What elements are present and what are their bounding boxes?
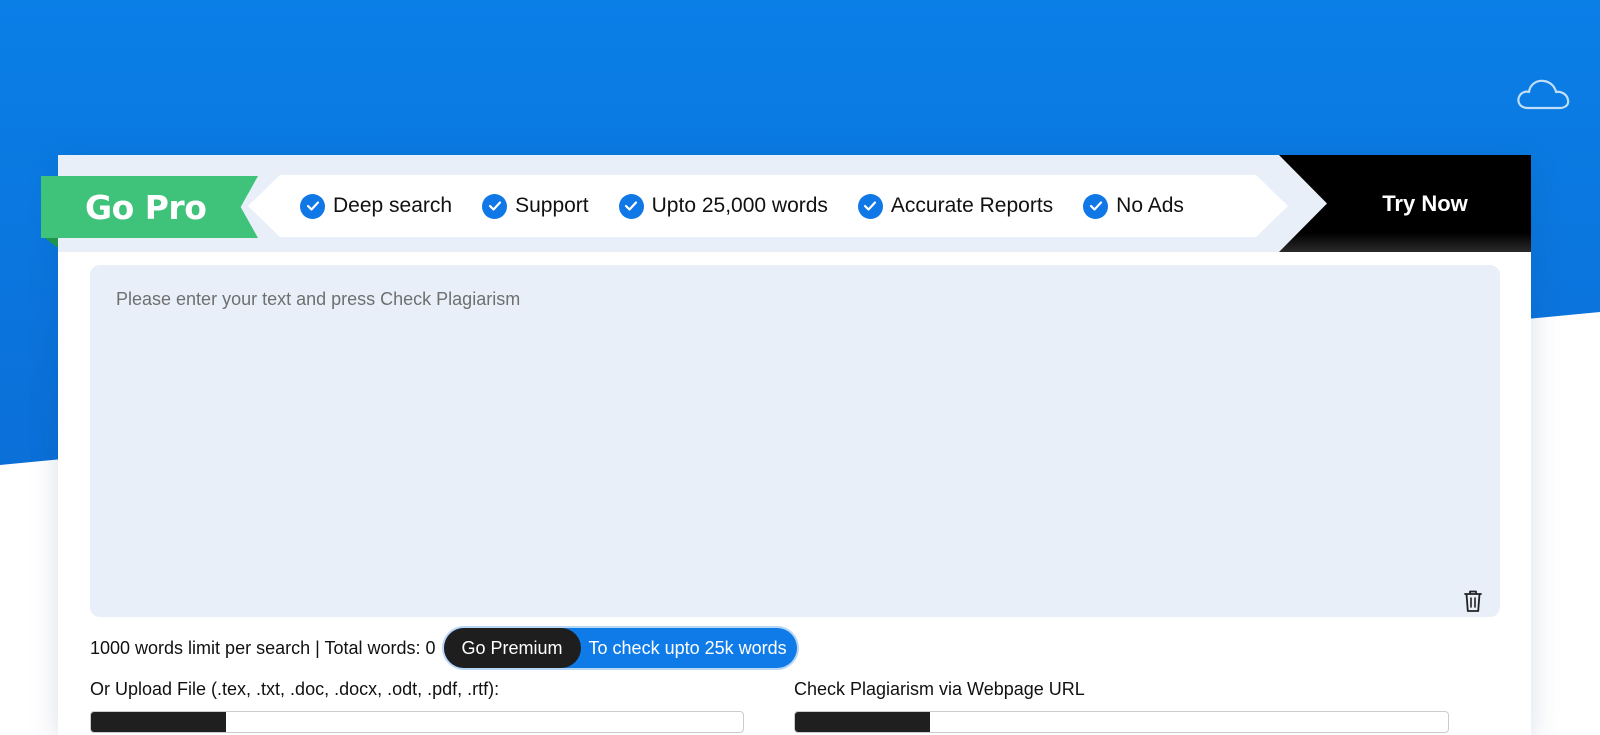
go-pro-banner: Deep search Support Upto 25,000 words Ac…: [41, 155, 1531, 252]
feature-list: Deep search Support Upto 25,000 words Ac…: [300, 175, 1184, 237]
premium-note[interactable]: To check upto 25k words: [581, 638, 797, 659]
go-premium-button[interactable]: Go Premium: [443, 628, 581, 668]
url-check-label: Check Plagiarism via Webpage URL: [794, 679, 1085, 699]
feature-item: Deep search: [300, 193, 453, 219]
feature-label: Support: [515, 194, 589, 217]
check-icon: [857, 193, 883, 219]
check-icon: [618, 193, 644, 219]
try-now-button[interactable]: Try Now: [1279, 155, 1531, 252]
url-input[interactable]: [794, 711, 1449, 733]
trash-icon[interactable]: [1461, 588, 1485, 614]
feature-label: No Ads: [1116, 194, 1184, 217]
try-now-label: Try Now: [1382, 190, 1468, 216]
feature-item: Support: [482, 193, 589, 219]
go-pro-label: Go Pro: [85, 187, 207, 227]
check-icon: [482, 193, 508, 219]
cloud-icon: [1517, 79, 1570, 110]
premium-pill: Go Premium To check upto 25k words: [443, 628, 797, 668]
upload-file-input[interactable]: [90, 711, 744, 733]
word-count-status: 1000 words limit per search | Total word…: [90, 637, 436, 658]
word-count-row: 1000 words limit per search | Total word…: [90, 627, 797, 669]
url-submit-button[interactable]: [795, 712, 930, 732]
check-icon: [300, 193, 325, 219]
feature-label: Deep search: [333, 194, 453, 217]
feature-item: Accurate Reports: [857, 193, 1054, 219]
go-pro-badge: Go Pro: [41, 176, 258, 238]
upload-file-label: Or Upload File (.tex, .txt, .doc, .docx,…: [90, 679, 500, 699]
text-input[interactable]: [90, 265, 1500, 617]
check-icon: [1083, 193, 1109, 219]
feature-label: Accurate Reports: [890, 194, 1054, 217]
plagiarism-checker-card: Deep search Support Upto 25,000 words Ac…: [41, 155, 1531, 735]
feature-item: No Ads: [1083, 193, 1184, 219]
choose-file-button[interactable]: [91, 712, 226, 732]
feature-label: Upto 25,000 words: [651, 194, 828, 217]
feature-item: Upto 25,000 words: [618, 193, 828, 219]
